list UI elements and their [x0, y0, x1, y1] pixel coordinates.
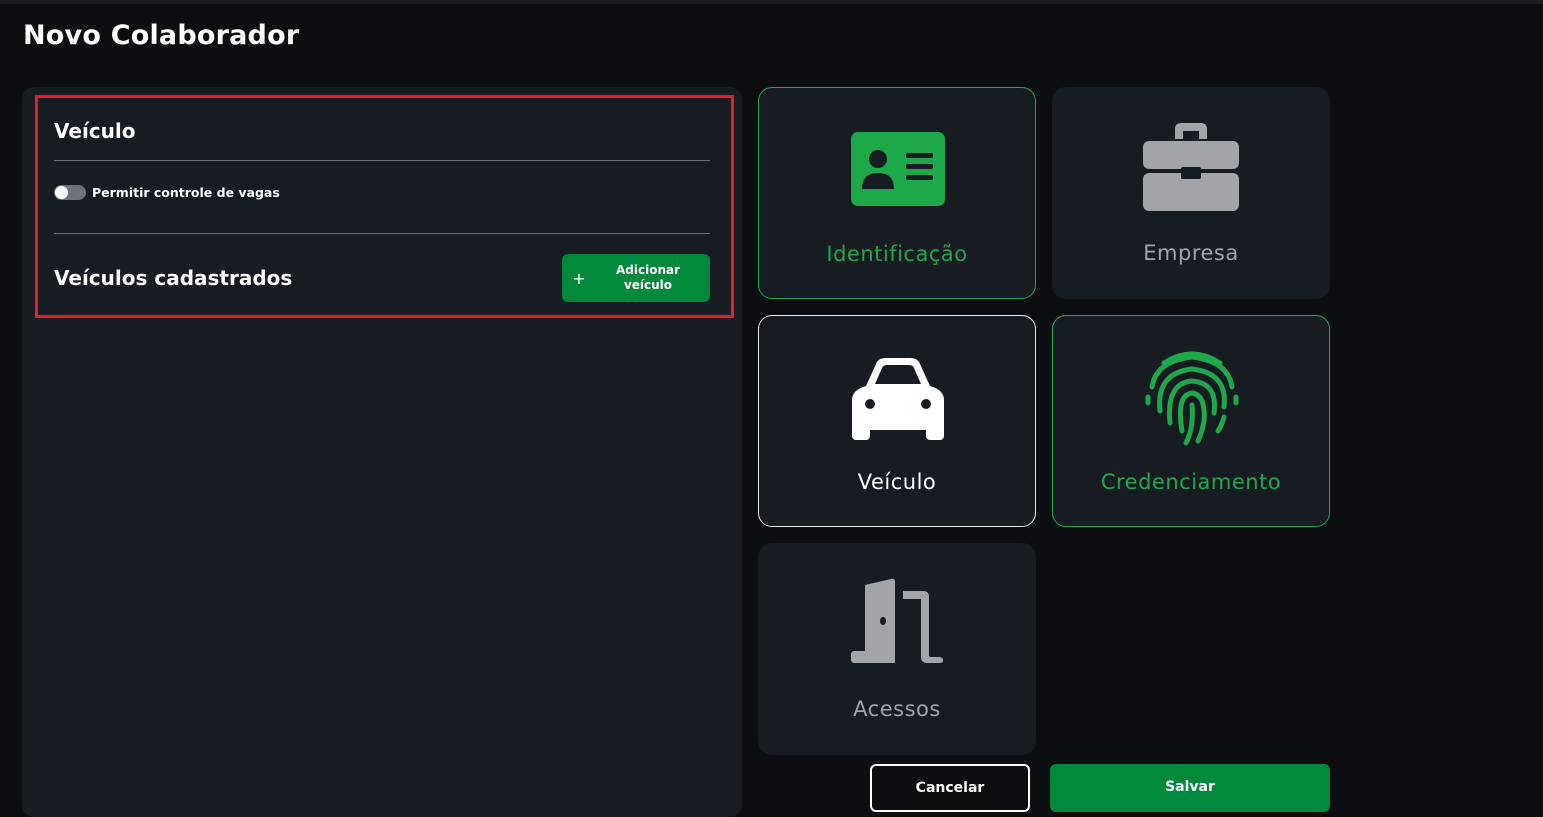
parking-control-toggle[interactable]: [54, 185, 86, 200]
save-label: Salvar: [1165, 779, 1215, 795]
vehicle-panel: Veículo Permitir controle de vagas Veícu…: [22, 87, 742, 817]
divider: [54, 233, 710, 234]
top-bar: [0, 0, 1543, 4]
card-credenciamento[interactable]: Credenciamento: [1052, 315, 1330, 527]
section-title: Veículo: [54, 119, 136, 143]
toggle-row: Permitir controle de vagas: [54, 185, 280, 200]
car-icon: [848, 350, 948, 440]
briefcase-icon: [1141, 121, 1241, 211]
toggle-label: Permitir controle de vagas: [92, 185, 280, 200]
id-card-icon: [848, 122, 948, 212]
plus-icon: +: [572, 268, 586, 288]
card-label: Veículo: [857, 470, 937, 494]
add-vehicle-button[interactable]: + Adicionar veículo: [562, 254, 710, 302]
card-label: Acessos: [853, 697, 941, 721]
add-vehicle-label: Adicionar veículo: [615, 263, 681, 292]
toggle-knob: [55, 186, 68, 199]
page-title: Novo Colaborador: [23, 20, 300, 51]
card-label: Empresa: [1143, 241, 1239, 265]
door-icon: [847, 577, 947, 667]
registered-vehicles-title: Veículos cadastrados: [54, 266, 293, 290]
divider: [54, 160, 710, 161]
card-acessos[interactable]: Acessos: [758, 543, 1036, 755]
card-label: Identificação: [826, 242, 968, 266]
card-empresa[interactable]: Empresa: [1052, 87, 1330, 299]
fingerprint-icon: [1142, 350, 1242, 446]
card-veiculo[interactable]: Veículo: [758, 315, 1036, 527]
cancel-label: Cancelar: [915, 779, 985, 796]
card-label: Credenciamento: [1100, 470, 1282, 494]
card-identificacao[interactable]: Identificação: [758, 87, 1036, 299]
